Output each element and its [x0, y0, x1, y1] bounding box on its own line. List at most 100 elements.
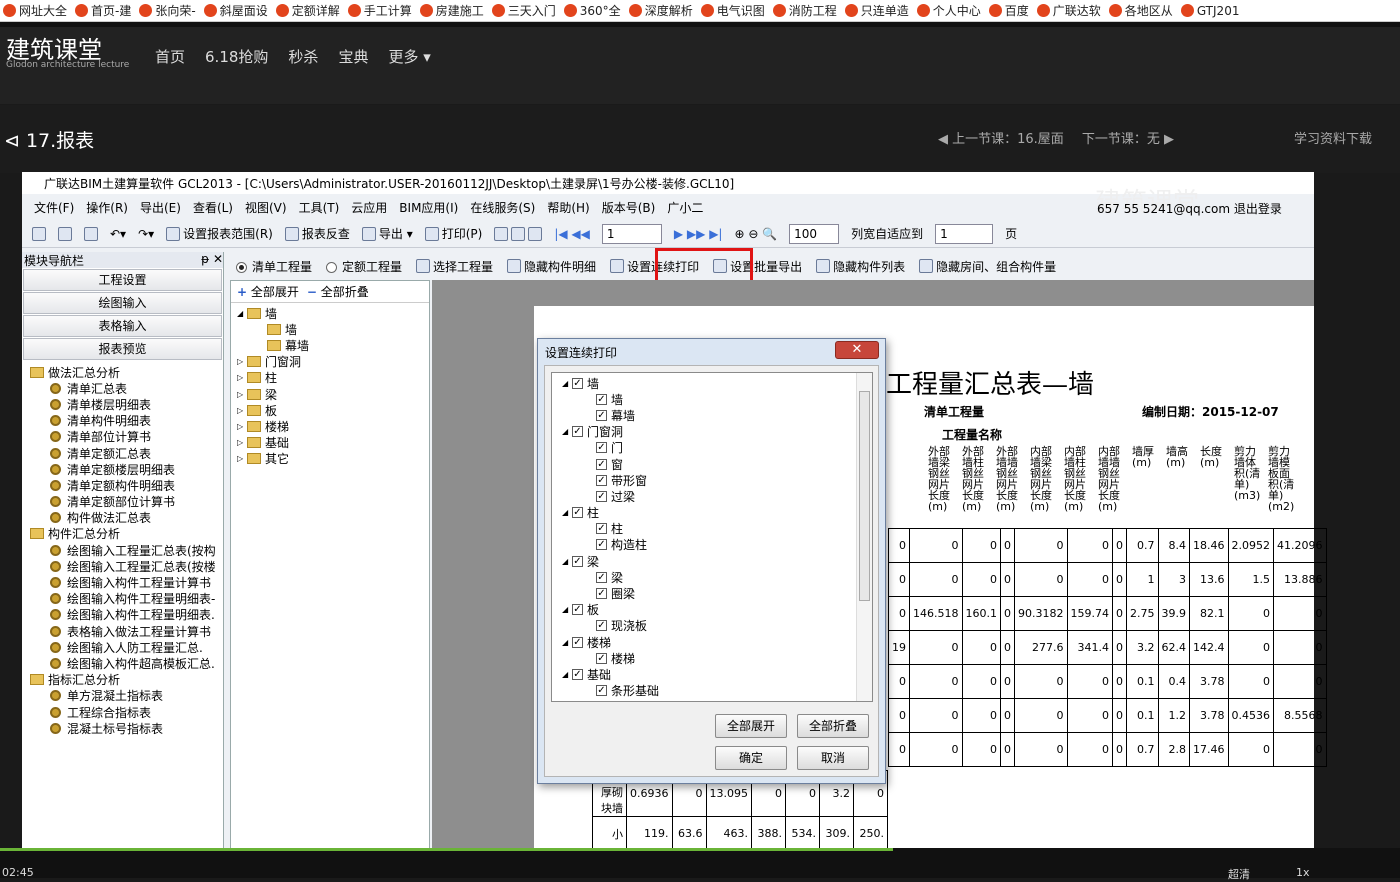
print-tree-item[interactable]: ✓ 幕墙: [558, 407, 872, 423]
report-item[interactable]: 构件做法汇总表: [22, 510, 223, 526]
report-item[interactable]: 绘图输入人防工程量汇总.: [22, 639, 223, 655]
checkbox[interactable]: ✓: [596, 571, 607, 583]
nav-project-settings[interactable]: 工程设置: [23, 269, 222, 291]
nav-home[interactable]: 首页: [155, 46, 185, 67]
nav-more[interactable]: 更多 ▾: [388, 46, 430, 67]
expand-icon[interactable]: ▷: [237, 438, 247, 447]
collapse-icon[interactable]: ◢: [562, 670, 572, 679]
video-progress[interactable]: [0, 848, 894, 851]
bookmark-item[interactable]: GTJ201: [1180, 4, 1239, 18]
bookmark-item[interactable]: 只连单造: [844, 2, 909, 19]
checkbox[interactable]: ✓: [572, 507, 583, 519]
bookmark-item[interactable]: 定额详解: [275, 2, 340, 19]
checkbox[interactable]: ✓: [572, 604, 583, 616]
print-tree-item[interactable]: ✓ 门: [558, 440, 872, 456]
bookmark-item[interactable]: 个人中心: [916, 2, 981, 19]
expand-icon[interactable]: ◢: [237, 309, 247, 318]
checkbox[interactable]: ✓: [596, 588, 607, 600]
print-tree-item[interactable]: ✓ 圈梁: [558, 585, 872, 601]
bookmark-item[interactable]: 各地区从: [1108, 2, 1173, 19]
quota-quantity-radio[interactable]: 定额工程量: [326, 258, 402, 275]
bookmark-item[interactable]: 张向荣-: [139, 2, 196, 19]
print-tree-item[interactable]: ✓ 条形基础: [558, 683, 872, 699]
report-item[interactable]: 表格输入做法工程量计算书: [22, 623, 223, 639]
fit-column-input[interactable]: 1: [935, 223, 994, 244]
report-check-button[interactable]: 报表反查: [284, 225, 350, 242]
menu-item[interactable]: 操作(R): [86, 199, 128, 216]
speed-select[interactable]: 1x: [1296, 866, 1310, 879]
tree-scrollbar[interactable]: [856, 373, 872, 701]
print-tree-item[interactable]: ◢ ✓ 板: [558, 602, 872, 618]
report-item[interactable]: 绘图输入构件工程量计算书: [22, 574, 223, 590]
pin-close-icon[interactable]: ᵽ ✕: [201, 252, 223, 268]
user-email[interactable]: 657 55 5241@qq.com 退出登录: [1097, 200, 1282, 217]
bill-quantity-radio[interactable]: 清单工程量: [236, 258, 312, 275]
report-item[interactable]: 绘图输入构件超高模板汇总.: [22, 655, 223, 671]
menu-item[interactable]: BIM应用(I): [399, 199, 458, 216]
bookmark-item[interactable]: 房建施工: [419, 2, 484, 19]
print-tree-item[interactable]: ✓ 楼梯: [558, 650, 872, 666]
fit-column-checkbox[interactable]: 列宽自适应到: [851, 225, 923, 242]
bookmark-item[interactable]: 深度解析: [628, 2, 693, 19]
menu-item[interactable]: 视图(V): [245, 199, 287, 216]
bookmark-item[interactable]: 百度: [988, 2, 1029, 19]
nav-report-preview[interactable]: 报表预览: [23, 338, 222, 360]
menu-item[interactable]: 查看(L): [193, 199, 233, 216]
view-mode-icons[interactable]: [494, 226, 543, 241]
quality-select[interactable]: 超清: [1228, 866, 1250, 882]
bookmark-item[interactable]: 手工计算: [347, 2, 412, 19]
bookmark-item[interactable]: 三天入门: [491, 2, 556, 19]
report-item[interactable]: 混凝土标号指标表: [22, 720, 223, 736]
nav-618[interactable]: 6.18抢购: [205, 46, 268, 67]
tree-folder[interactable]: 做法汇总分析: [22, 364, 223, 380]
checkbox[interactable]: ✓: [596, 442, 607, 454]
save-icon[interactable]: [84, 226, 98, 241]
zoom-select[interactable]: 100: [789, 223, 840, 244]
select-quantity-button[interactable]: 选择工程量: [416, 258, 493, 275]
hide-room-button[interactable]: 隐藏房间、组合构件量: [919, 258, 1056, 275]
bookmark-item[interactable]: 电气识图: [700, 2, 765, 19]
report-item[interactable]: 清单部位计算书: [22, 429, 223, 445]
print-tree-item[interactable]: ◢ ✓ 柱: [558, 505, 872, 521]
collapse-icon[interactable]: ◢: [562, 638, 572, 647]
print-tree-item[interactable]: ✓ 带形窗: [558, 472, 872, 488]
print-tree-item[interactable]: ◢ ✓ 基础: [558, 666, 872, 682]
expand-icon[interactable]: ▷: [237, 373, 247, 382]
next-lesson-link[interactable]: 下一节课：无 ▶: [1082, 128, 1174, 147]
print-tree-item[interactable]: ✓ 墙: [558, 391, 872, 407]
print-tree-item[interactable]: ◢ ✓ 门窗洞: [558, 424, 872, 440]
hide-detail-button[interactable]: 隐藏构件明细: [507, 258, 596, 275]
collapse-icon[interactable]: ◢: [562, 427, 572, 436]
set-report-range-button[interactable]: 设置报表范围(R): [166, 225, 273, 242]
report-item[interactable]: 绘图输入构件工程量明细表-: [22, 591, 223, 607]
expand-icon[interactable]: ▷: [237, 390, 247, 399]
component-tree-item[interactable]: 墙: [237, 321, 429, 337]
collapse-icon[interactable]: ◢: [562, 508, 572, 517]
hide-list-button[interactable]: 隐藏构件列表: [816, 258, 905, 275]
print-tree-item[interactable]: ◢ ✓ 墙: [558, 375, 872, 391]
dialog-expand-all-button[interactable]: 全部展开: [715, 714, 787, 738]
checkbox[interactable]: ✓: [572, 636, 583, 648]
dialog-collapse-all-button[interactable]: 全部折叠: [797, 714, 869, 738]
report-item[interactable]: 清单汇总表: [22, 380, 223, 396]
menu-item[interactable]: 在线服务(S): [470, 199, 535, 216]
bookmark-item[interactable]: 首页-建: [75, 2, 131, 19]
bookmark-item[interactable]: 网址大全: [3, 2, 67, 19]
component-tree-item[interactable]: ▷ 其它: [237, 451, 429, 467]
component-tree-item[interactable]: ▷ 门窗洞: [237, 354, 429, 370]
menu-item[interactable]: 广小二: [667, 199, 703, 216]
bookmark-item[interactable]: 广联达软: [1036, 2, 1101, 19]
menu-item[interactable]: 帮助(H): [547, 199, 589, 216]
bookmark-item[interactable]: 斜屋面设: [203, 2, 268, 19]
open-icon[interactable]: [58, 226, 72, 241]
checkbox[interactable]: ✓: [596, 458, 607, 470]
checkbox[interactable]: ✓: [596, 474, 607, 486]
checkbox[interactable]: ✓: [572, 377, 583, 389]
new-icon[interactable]: [32, 226, 46, 241]
undo-icon[interactable]: ↶▾: [110, 227, 126, 241]
page-input[interactable]: 1: [601, 223, 662, 244]
checkbox[interactable]: ✓: [572, 426, 583, 438]
component-tree-item[interactable]: ▷ 基础: [237, 435, 429, 451]
print-tree-item[interactable]: ✓ 过梁: [558, 488, 872, 504]
checkbox[interactable]: ✓: [596, 409, 607, 421]
